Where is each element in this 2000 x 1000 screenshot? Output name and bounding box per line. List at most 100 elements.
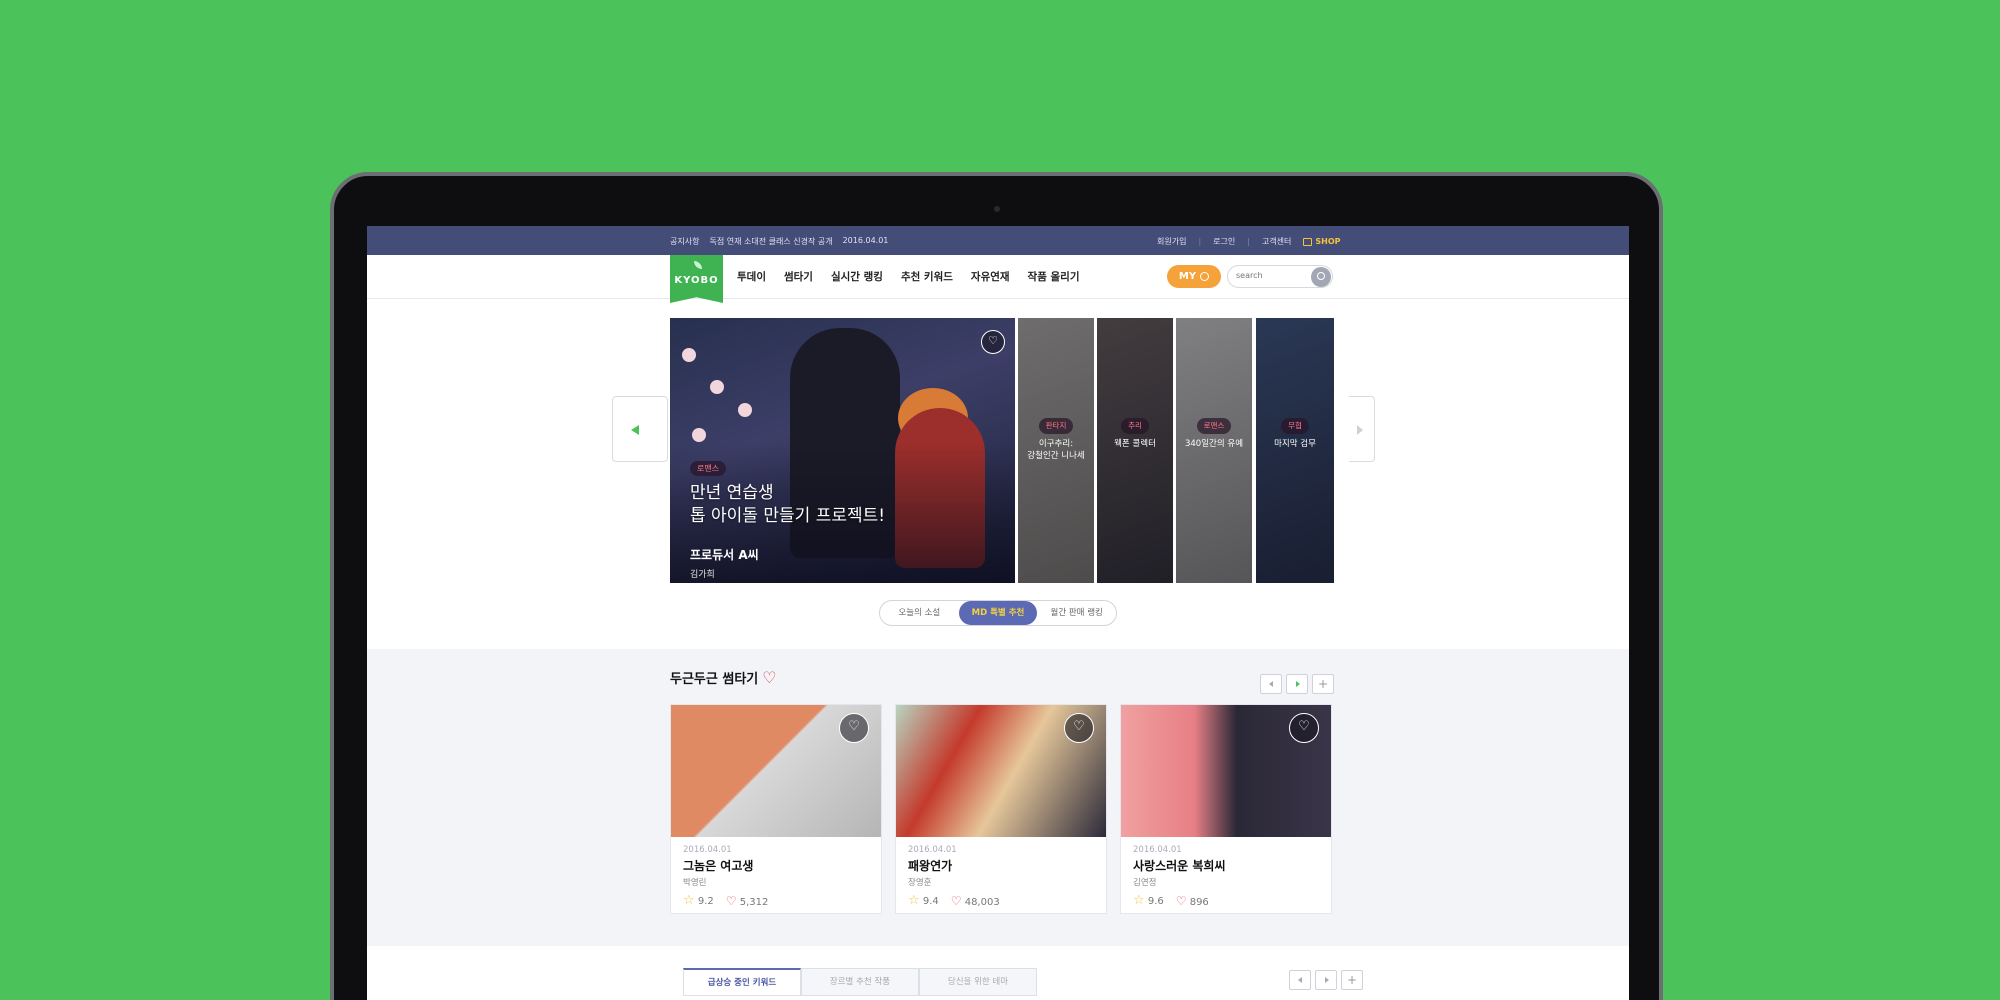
- menu-item-some[interactable]: 썸타기: [784, 269, 813, 284]
- signup-link[interactable]: 회원가입: [1157, 236, 1186, 247]
- hero-side-slide[interactable]: 로맨스 340일간의 유예: [1176, 318, 1252, 583]
- tab-genre-picks[interactable]: 장르별 추천 작품: [801, 968, 919, 996]
- my-button[interactable]: MY: [1167, 265, 1221, 288]
- hero-prev-button[interactable]: [612, 396, 668, 462]
- hero-author: 김가희: [690, 570, 715, 580]
- rating-value: 9.2: [697, 896, 714, 907]
- next-button[interactable]: [1315, 970, 1337, 990]
- heart-icon[interactable]: ♡: [1064, 713, 1094, 743]
- chevron-right-icon: [1325, 977, 1329, 983]
- card-title: 패왕연가: [908, 859, 953, 873]
- work-card[interactable]: ♡ 2016.04.01 그놈은 여고생 박영린 ☆ 9.2 ♡ 5,312: [670, 704, 882, 914]
- divider: |: [1247, 237, 1250, 246]
- rating-value: 9.4: [922, 896, 939, 907]
- chevron-right-icon: [1357, 425, 1363, 435]
- keyword-section: 급상승 중인 키워드 장르별 추천 작품 당신을 위한 테마 +: [367, 946, 1629, 1000]
- tab-themes-for-you[interactable]: 당신을 위한 테마: [919, 968, 1037, 996]
- heart-icon[interactable]: ♡: [981, 330, 1005, 354]
- slide-overlay: [1176, 318, 1252, 583]
- hero-side-slide[interactable]: 판타지 이구추리: 강철인간 니나세: [1018, 318, 1094, 583]
- card-date: 2016.04.01: [908, 845, 957, 855]
- likes-value: 896: [1189, 896, 1209, 908]
- side-title: 340일간의 유예: [1184, 439, 1244, 449]
- card-author: 장영훈: [908, 878, 932, 888]
- menu-item-upload[interactable]: 작품 올리기: [1028, 269, 1080, 284]
- hero-tab-group: 오늘의 소설 MD 특별 추천 월간 판매 랭킹: [879, 600, 1117, 626]
- plus-icon: +: [1346, 973, 1358, 987]
- notice-headline[interactable]: 독점 연재 소대전 클래스 신경작 공개: [709, 236, 832, 247]
- side-title: 마지막 검무: [1274, 439, 1316, 449]
- hero-headline-line: 톱 아이돌 만들기 프로젝트!: [690, 506, 886, 526]
- hero-carousel: ♡ 로맨스 만년 연습생 톱 아이돌 만들기 프로젝트! 프로듀서 A씨 김가희…: [670, 318, 1334, 583]
- chevron-left-icon: [1298, 977, 1302, 983]
- laptop-frame: 공지사항 독점 연재 소대전 클래스 신경작 공개 2016.04.01 회원가…: [330, 172, 1663, 1000]
- divider: |: [1198, 237, 1202, 246]
- menu-item-today[interactable]: 투데이: [737, 269, 766, 284]
- heart-icon: ♡: [1175, 893, 1187, 908]
- hero-next-button[interactable]: [1349, 396, 1375, 462]
- side-caption: 로맨스 340일간의 유예: [1176, 418, 1252, 450]
- likes-value: 5,312: [739, 896, 769, 908]
- browser-viewport: 공지사항 독점 연재 소대전 클래스 신경작 공개 2016.04.01 회원가…: [367, 226, 1629, 1000]
- hero-headline-line: 만년 연습생: [690, 483, 774, 503]
- hero-side-slide[interactable]: 무협 마지막 검무: [1256, 318, 1334, 583]
- tab-monthly-ranking[interactable]: 월간 판매 랭킹: [1037, 601, 1116, 625]
- card-title: 그놈은 여고생: [683, 859, 754, 873]
- search-input[interactable]: [1236, 271, 1300, 280]
- menu-item-ranking[interactable]: 실시간 랭킹: [831, 269, 883, 284]
- heart-icon[interactable]: ♡: [1289, 713, 1319, 743]
- card-date: 2016.04.01: [683, 845, 732, 855]
- shop-icon: [1303, 237, 1313, 246]
- utility-bar: 공지사항 독점 연재 소대전 클래스 신경작 공개 2016.04.01 회원가…: [367, 226, 1629, 255]
- some-section: 두근두근 썸타기 ♡ + ♡ 2016.04.01 그놈은 여고생 박영린 ☆ …: [367, 649, 1629, 946]
- shop-link[interactable]: SHOP: [1303, 237, 1341, 246]
- heart-icon: ♡: [725, 893, 737, 908]
- search-icon[interactable]: [1311, 267, 1331, 287]
- heart-icon[interactable]: ♡: [839, 713, 869, 743]
- more-button[interactable]: +: [1341, 970, 1363, 990]
- card-title: 사랑스러운 복희씨: [1133, 859, 1226, 873]
- heart-icon: ♡: [762, 668, 777, 687]
- hero-main-slide[interactable]: ♡ 로맨스 만년 연습생 톱 아이돌 만들기 프로젝트! 프로듀서 A씨 김가희: [670, 318, 1015, 583]
- tab-rising-keywords[interactable]: 급상승 중인 키워드: [683, 968, 801, 996]
- menu-item-keyword[interactable]: 추천 키워드: [901, 269, 953, 284]
- support-link[interactable]: 고객센터: [1262, 236, 1291, 247]
- main-nav: KYOBO 투데이 썸타기 실시간 랭킹 추천 키워드 자유연재 작품 올리기 …: [367, 255, 1629, 303]
- work-card[interactable]: ♡ 2016.04.01 패왕연가 장영훈 ☆ 9.4 ♡ 48,003: [895, 704, 1107, 914]
- genre-badge: 무협: [1281, 418, 1309, 434]
- likes: ♡ 5,312: [726, 894, 769, 908]
- side-title: 강철인간 니나세: [1027, 451, 1085, 461]
- notice-link[interactable]: 공지사항: [670, 236, 699, 247]
- prev-button[interactable]: [1289, 970, 1311, 990]
- work-card[interactable]: ♡ 2016.04.01 사랑스러운 복희씨 김연정 ☆ 9.6 ♡ 896: [1120, 704, 1332, 914]
- shop-label: SHOP: [1315, 237, 1341, 246]
- card-stats: ☆ 9.2 ♡ 5,312: [683, 893, 768, 908]
- logo-text: KYOBO: [674, 275, 719, 286]
- genre-badge: 판타지: [1038, 418, 1074, 434]
- side-caption: 추리 웩폰 콜렉터: [1097, 418, 1173, 450]
- hero-title: 프로듀서 A씨: [690, 548, 759, 562]
- more-button[interactable]: +: [1312, 674, 1334, 694]
- menu: 투데이 썸타기 실시간 랭킹 추천 키워드 자유연재 작품 올리기: [737, 269, 1080, 284]
- hero-side-slide[interactable]: 추리 웩폰 콜렉터: [1097, 318, 1173, 583]
- section-title: 두근두근 썸타기 ♡: [670, 668, 777, 687]
- menu-item-free[interactable]: 자유연재: [971, 269, 1010, 284]
- tab-today-novel[interactable]: 오늘의 소설: [880, 601, 959, 625]
- hero-headline: 만년 연습생 톱 아이돌 만들기 프로젝트!: [690, 482, 885, 528]
- genre-badge: 추리: [1121, 418, 1149, 434]
- kyobo-logo[interactable]: KYOBO: [670, 255, 723, 303]
- side-title: 이구추리:: [1038, 439, 1074, 449]
- side-caption: 판타지 이구추리: 강철인간 니나세: [1018, 418, 1094, 462]
- prev-button[interactable]: [1260, 674, 1282, 694]
- card-stats: ☆ 9.4 ♡ 48,003: [908, 893, 1000, 908]
- user-icon: [1200, 272, 1210, 281]
- card-author: 박영린: [683, 878, 707, 888]
- next-button[interactable]: [1286, 674, 1308, 694]
- section-title-text: 두근두근 썸타기: [670, 672, 759, 687]
- petal: [738, 403, 752, 417]
- genre-badge: 로맨스: [690, 461, 727, 476]
- my-label: MY: [1178, 271, 1197, 282]
- tab-md-pick[interactable]: MD 특별 추천: [958, 601, 1038, 625]
- side-caption: 무협 마지막 검무: [1256, 418, 1334, 450]
- login-link[interactable]: 로그인: [1213, 236, 1235, 247]
